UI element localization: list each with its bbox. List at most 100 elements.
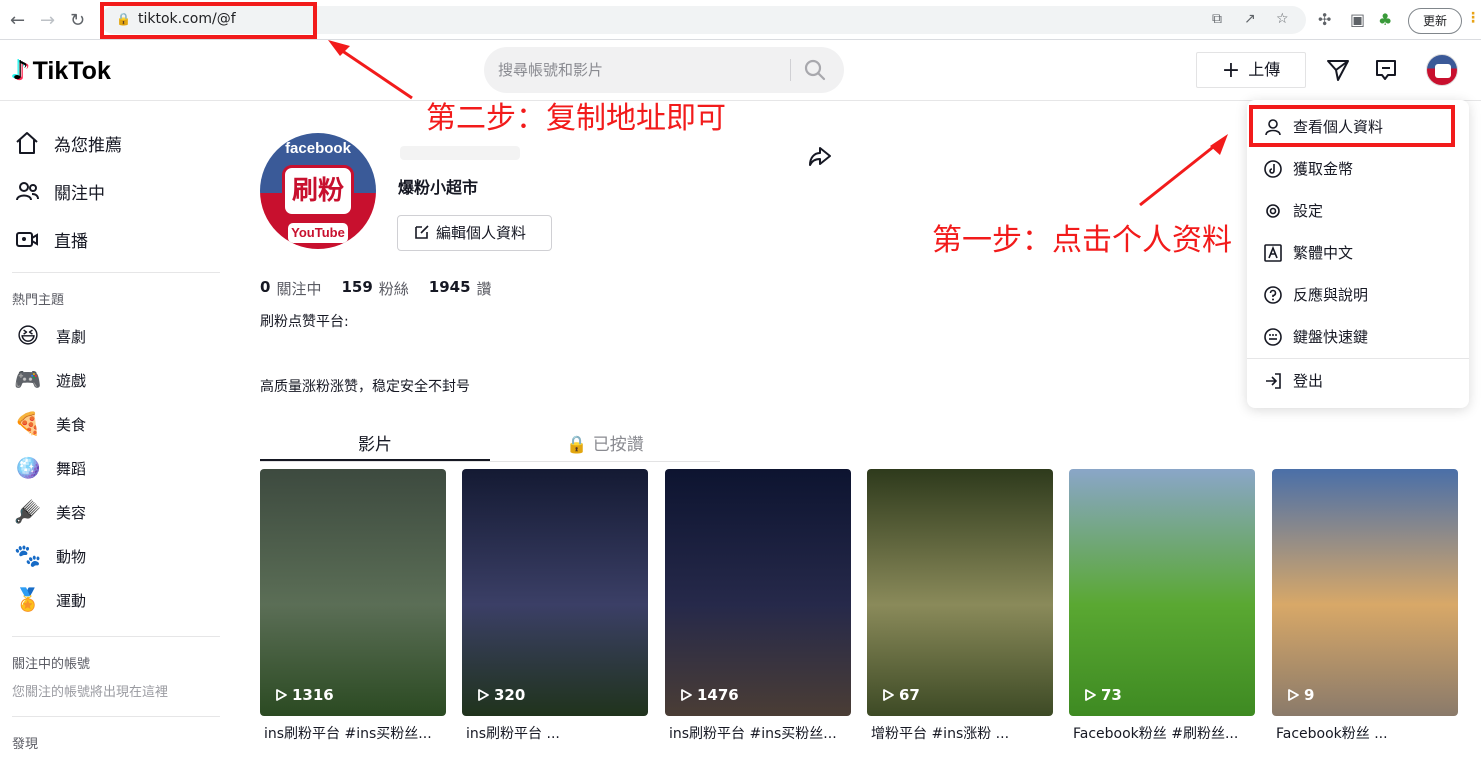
search-bar — [484, 47, 844, 93]
avatar-badge-shape — [1435, 64, 1451, 78]
video-thumbnail[interactable]: 67 — [867, 469, 1053, 716]
video-caption[interactable]: Facebook粉丝 #刷粉丝... — [1073, 723, 1259, 743]
update-button[interactable]: 更新 — [1408, 8, 1462, 34]
tab-liked-label: 已按讚 — [592, 435, 644, 455]
video-thumbnail[interactable]: 1316 — [260, 469, 446, 716]
search-divider — [790, 59, 791, 81]
topic-gaming[interactable]: 🎮 遊戲 — [14, 366, 86, 394]
logout-icon — [1266, 372, 1281, 389]
video-thumbnail[interactable]: 9 — [1272, 469, 1458, 716]
topic-beauty[interactable]: 🪮 美容 — [14, 498, 86, 526]
menu-item-logout[interactable]: 登出 — [1263, 370, 1323, 391]
animals-icon: 🐾 — [14, 543, 42, 569]
topic-label: 運動 — [56, 591, 87, 610]
side-panel-icon[interactable]: ▣ — [1350, 10, 1365, 29]
video-caption[interactable]: ins刷粉平台 #ins买粉丝... — [264, 723, 450, 743]
back-icon[interactable]: ← — [10, 10, 25, 31]
discover-heading: 發現 — [12, 737, 39, 752]
reload-icon[interactable]: ↻ — [70, 10, 85, 31]
edit-profile-label: 編輯個人資料 — [436, 224, 527, 242]
annotation-step1: 第一步：点击个人资料 — [932, 223, 1232, 258]
search-input[interactable] — [498, 59, 778, 81]
menu-divider — [1247, 358, 1469, 359]
gaming-icon: 🎮 — [14, 367, 42, 393]
video-thumbnail[interactable]: 320 — [462, 469, 648, 716]
topic-comedy[interactable]: 😆 喜劇 — [14, 322, 86, 350]
topic-animals[interactable]: 🐾 動物 — [14, 542, 86, 570]
video-thumbnail[interactable]: 73 — [1069, 469, 1255, 716]
sidebar-item-following[interactable]: 關注中 — [14, 178, 105, 204]
messages-icon[interactable] — [1372, 56, 1400, 84]
topic-sports[interactable]: 🏅 運動 — [14, 586, 86, 614]
search-icon[interactable] — [802, 57, 828, 83]
tiktok-logo[interactable]: ♪ TikTok — [12, 56, 111, 86]
edit-icon — [415, 225, 429, 239]
settings-icon — [1266, 203, 1280, 218]
help-icon — [1264, 285, 1282, 304]
topic-label: 遊戲 — [56, 371, 87, 390]
play-icon — [478, 689, 489, 701]
profile-bio-line2: 高质量涨粉涨赞，稳定安全不封号 — [260, 379, 470, 395]
inbox-send-icon[interactable] — [1324, 56, 1352, 84]
video-views: 9 — [1286, 686, 1314, 704]
header-avatar[interactable] — [1426, 54, 1458, 86]
likes-label: 讚 — [476, 280, 492, 298]
topic-label: 美食 — [56, 415, 87, 434]
menu-item-keyboard-shortcuts[interactable]: 鍵盤快速鍵 — [1263, 326, 1368, 347]
annotation-box-view-profile — [1249, 105, 1455, 147]
video-view-count: 67 — [899, 686, 920, 704]
video-thumbnail[interactable]: 1476 — [665, 469, 851, 716]
followers-count: 159 — [341, 278, 373, 296]
menu-item-help[interactable]: 反應與說明 — [1263, 284, 1368, 305]
sidebar-item-for-you[interactable]: 為您推薦 — [14, 130, 122, 156]
video-caption[interactable]: ins刷粉平台 ... — [466, 723, 652, 743]
tab-liked[interactable]: 🔒 已按讚 — [490, 430, 720, 455]
share-page-icon[interactable]: ↗ — [1244, 11, 1256, 27]
avatar-facebook-text: facebook — [285, 140, 351, 157]
edit-profile-button[interactable]: 編輯個人資料 — [397, 215, 552, 251]
menu-item-settings[interactable]: 設定 — [1263, 200, 1323, 221]
menu-item-label: 繁體中文 — [1293, 244, 1354, 262]
topic-dance[interactable]: 🪩 舞蹈 — [14, 454, 86, 482]
bookmark-star-icon[interactable]: ☆ — [1276, 11, 1289, 27]
video-views: 1316 — [274, 686, 334, 704]
clover-extension-icon[interactable]: ♣ — [1378, 10, 1392, 29]
open-in-app-icon[interactable]: ⧉ — [1212, 11, 1222, 27]
menu-item-get-coins[interactable]: 獲取金幣 — [1263, 158, 1353, 179]
video-caption[interactable]: 增粉平台 #ins涨粉 ... — [871, 723, 1057, 743]
tab-active-underline — [260, 459, 490, 461]
tiktok-header: ♪ TikTok + 上傳 — [0, 40, 1481, 101]
menu-item-language[interactable]: 繁體中文 — [1263, 242, 1353, 263]
video-view-count: 73 — [1101, 686, 1122, 704]
arrow-to-view-profile — [1139, 134, 1228, 207]
avatar-badge-text: 刷粉 — [282, 165, 354, 217]
comedy-icon: 😆 — [16, 323, 40, 349]
extensions-icon[interactable]: ✣ — [1318, 10, 1331, 29]
menu-item-label: 登出 — [1293, 372, 1324, 390]
likes-count: 1945 — [428, 278, 471, 296]
video-views: 67 — [881, 686, 920, 704]
topic-label: 喜劇 — [56, 327, 87, 346]
video-view-count: 320 — [494, 686, 526, 704]
sidebar: 為您推薦 關注中 直播 熱門主題 😆 喜劇 🎮 遊戲 🍕 美食 🪩 舞蹈 🪮 美… — [0, 102, 232, 761]
following-count: 0 — [260, 278, 271, 296]
share-icon[interactable] — [806, 142, 834, 170]
keyboard-icon — [1264, 327, 1282, 346]
video-caption[interactable]: Facebook粉丝 ... — [1276, 723, 1462, 743]
upload-button[interactable]: + 上傳 — [1196, 52, 1306, 88]
sidebar-divider — [12, 716, 220, 717]
more-menu-icon[interactable]: ⋮ — [1466, 10, 1480, 26]
tab-videos[interactable]: 影片 — [260, 430, 490, 455]
sidebar-item-live[interactable]: 直播 — [14, 226, 88, 252]
coin-icon — [1264, 159, 1282, 178]
topic-label: 美容 — [56, 503, 87, 522]
menu-item-label: 反應與說明 — [1293, 286, 1369, 304]
video-views: 1476 — [679, 686, 739, 704]
forward-icon[interactable]: → — [40, 10, 55, 31]
video-caption[interactable]: ins刷粉平台 #ins买粉丝... — [669, 723, 855, 743]
home-icon — [16, 132, 38, 154]
menu-item-label: 設定 — [1293, 202, 1324, 220]
lock-icon: 🔒 — [566, 435, 593, 455]
topic-food[interactable]: 🍕 美食 — [14, 410, 86, 438]
username-redacted — [400, 146, 520, 160]
